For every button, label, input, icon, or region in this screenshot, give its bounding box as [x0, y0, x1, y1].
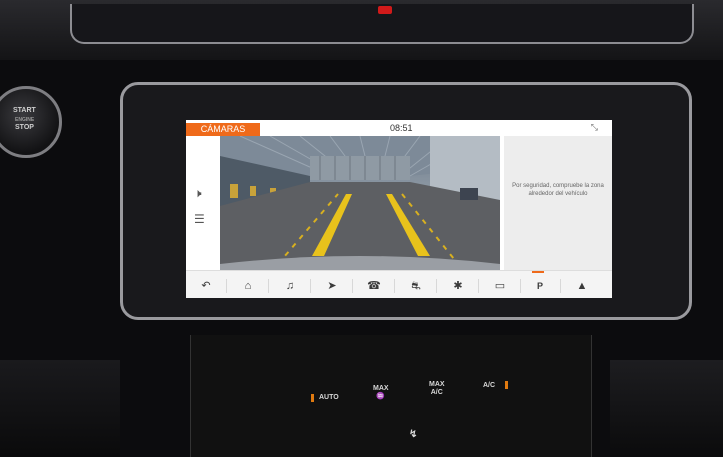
terrain-icon[interactable]: ▲: [564, 277, 600, 295]
clock: 08:51: [390, 123, 413, 133]
max-defrost-label: MAX: [373, 385, 389, 392]
defrost-icon: ♒: [376, 393, 386, 400]
max-defrost-button[interactable]: MAX ♒: [373, 385, 389, 401]
infotainment-screen: CÁMARAS 08:51 ⤡ 🕨 ☰ Por seguridad, compr…: [186, 120, 612, 298]
hazard-indicator: [378, 6, 392, 14]
bluetooth-icon[interactable]: ✱: [440, 277, 476, 295]
auto-button[interactable]: AUTO: [319, 394, 339, 402]
safety-info-panel: Por seguridad, compruebe la zona alreded…: [504, 136, 612, 270]
camera-icon[interactable]: ▭: [482, 277, 518, 295]
media-icon[interactable]: ♫: [272, 277, 308, 295]
max-ac-sub-label: A/C: [430, 389, 443, 396]
nav-divider: [520, 279, 521, 293]
phone-icon[interactable]: ☎: [356, 277, 392, 295]
screen-topbar: CÁMARAS 08:51 ⤡: [186, 120, 612, 136]
nav-divider: [352, 279, 353, 293]
parking-sensor-icon[interactable]: ☰: [194, 212, 205, 226]
nav-divider: [436, 279, 437, 293]
camera-side-controls: 🕨 ☰: [186, 136, 220, 270]
safety-warning-text: Por seguridad, compruebe la zona alreded…: [512, 183, 604, 197]
speaker-mute-icon[interactable]: 🕨: [194, 186, 202, 201]
left-console-area: [0, 360, 120, 457]
navigation-icon[interactable]: ➤: [314, 277, 350, 295]
ac-button[interactable]: A/C: [483, 382, 495, 390]
back-icon[interactable]: ↶: [188, 277, 224, 295]
start-label: START: [13, 107, 36, 114]
bottom-nav-bar: ↶ ⌂ ♫ ➤ ☎ ⛐ ✱ ▭ P ▲: [186, 270, 612, 298]
stop-label: STOP: [15, 124, 34, 131]
parking-assist-icon[interactable]: P: [522, 277, 558, 295]
engine-label: ENGINE: [15, 117, 35, 123]
nav-divider: [310, 279, 311, 293]
max-ac-button[interactable]: MAX A/C: [429, 381, 445, 397]
max-ac-label: MAX: [429, 381, 445, 388]
home-icon[interactable]: ⌂: [230, 277, 266, 295]
start-stop-button[interactable]: START ENGINE STOP: [0, 86, 62, 158]
nav-divider: [226, 279, 227, 293]
tab-cameras[interactable]: CÁMARAS: [186, 123, 260, 136]
vehicle-doors-icon[interactable]: ⛐: [398, 277, 434, 295]
ac-indicator: [505, 381, 508, 389]
nav-divider: [478, 279, 479, 293]
collapse-icon[interactable]: ⤡: [591, 122, 598, 133]
rear-camera-view: [220, 136, 500, 270]
nav-divider: [394, 279, 395, 293]
dashboard-top: [0, 0, 723, 60]
nav-divider: [268, 279, 269, 293]
climate-console: AUTO MAX ♒ MAX A/C A/C ↯: [190, 335, 592, 457]
nav-divider: [560, 279, 561, 293]
right-console-area: [610, 360, 723, 457]
camera-scene: [220, 136, 500, 270]
auto-indicator: [311, 394, 314, 402]
fan-direction-icon[interactable]: ↯: [409, 430, 417, 440]
active-nav-indicator: [532, 271, 544, 273]
